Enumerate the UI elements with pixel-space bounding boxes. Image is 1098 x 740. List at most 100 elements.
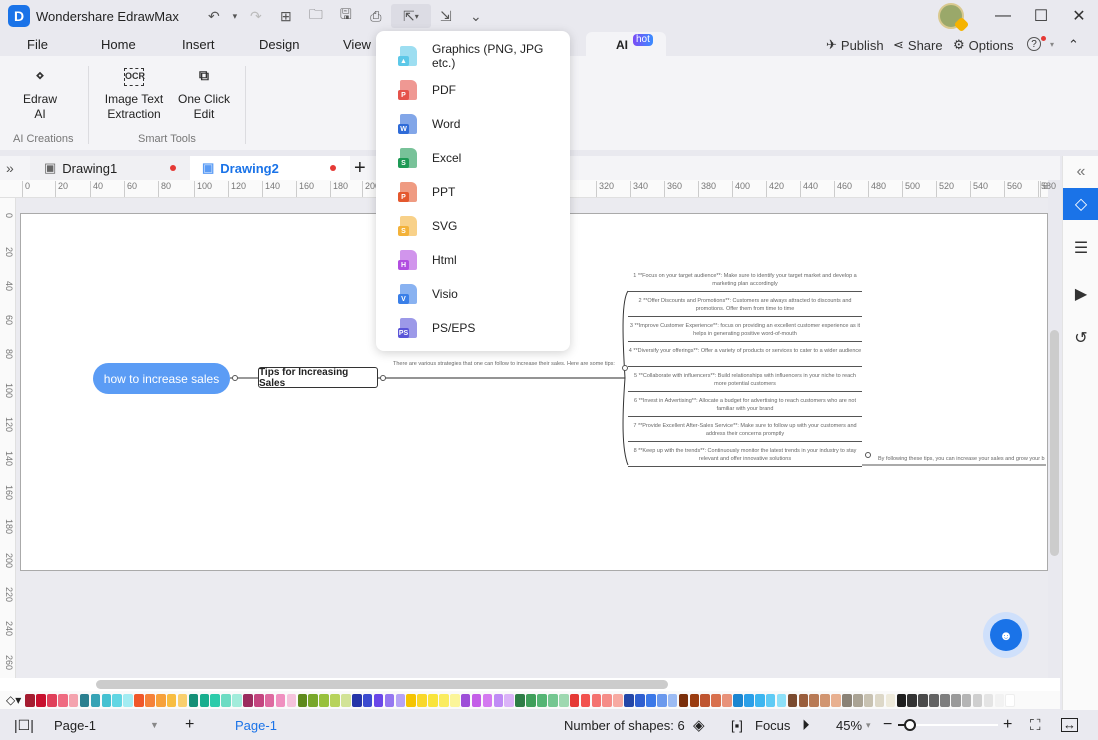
color-swatch[interactable] <box>733 693 743 707</box>
color-swatch[interactable] <box>471 693 482 707</box>
history-icon[interactable]: ↺ <box>1063 322 1098 354</box>
vertical-scrollbar[interactable] <box>1050 330 1059 556</box>
color-swatch[interactable] <box>831 693 841 707</box>
color-swatch[interactable] <box>232 693 242 707</box>
color-swatch[interactable] <box>221 693 231 707</box>
color-swatch[interactable] <box>940 693 950 707</box>
color-swatch[interactable] <box>918 693 928 707</box>
color-swatch[interactable] <box>112 693 122 707</box>
color-swatch[interactable] <box>809 693 819 707</box>
color-swatch[interactable] <box>842 693 852 707</box>
fullscreen-icon[interactable]: ⛶ <box>1030 717 1041 734</box>
color-swatch[interactable] <box>145 693 155 707</box>
fill-bucket-icon[interactable]: ◇▾ <box>6 693 21 707</box>
collapse-toggle-icon[interactable] <box>865 452 871 458</box>
color-swatch[interactable] <box>79 693 90 707</box>
color-swatch[interactable] <box>722 693 732 707</box>
color-swatch[interactable] <box>199 693 210 707</box>
collapse-panel-icon[interactable]: « <box>1063 156 1098 188</box>
color-swatch[interactable] <box>950 693 961 707</box>
color-swatch[interactable] <box>667 693 678 707</box>
color-swatch[interactable] <box>711 693 721 707</box>
color-swatch[interactable] <box>90 693 101 707</box>
color-swatch[interactable] <box>460 693 471 707</box>
color-swatch[interactable] <box>351 693 362 707</box>
page-tab-active[interactable]: Page-1 <box>235 718 277 733</box>
color-swatch[interactable] <box>656 693 667 707</box>
color-swatch[interactable] <box>406 693 417 707</box>
color-swatch[interactable] <box>188 693 199 707</box>
color-swatch[interactable] <box>689 693 700 707</box>
color-swatch[interactable] <box>526 693 536 707</box>
tip-node[interactable]: 5 **Collaborate with influencers**: Buil… <box>628 372 862 388</box>
export-pdf[interactable]: P PDF <box>376 73 570 107</box>
color-swatch[interactable] <box>177 693 188 707</box>
color-swatch[interactable] <box>210 693 220 707</box>
color-swatch[interactable] <box>798 693 809 707</box>
zoom-level[interactable]: 45% <box>836 718 862 733</box>
page-layout-icon[interactable]: |☐| <box>14 717 34 734</box>
tip-node[interactable]: 1 **Focus on your target audience**: Mak… <box>628 272 862 288</box>
zoom-dropdown-icon[interactable]: ▾ <box>866 720 871 731</box>
tip-node[interactable]: 4 **Diversify your offerings**: Offer a … <box>628 347 862 355</box>
color-swatch[interactable] <box>820 693 830 707</box>
color-swatch[interactable] <box>558 693 569 707</box>
color-swatch[interactable] <box>395 693 406 707</box>
color-swatch[interactable] <box>852 693 863 707</box>
color-swatch[interactable] <box>362 693 373 707</box>
color-swatch[interactable] <box>896 693 907 707</box>
color-swatch[interactable] <box>101 693 112 707</box>
color-swatch[interactable] <box>253 693 264 707</box>
page-select[interactable]: Page-1 <box>54 718 96 733</box>
play-icon[interactable]: ⏵ <box>802 717 810 734</box>
zoom-out-button[interactable]: − <box>883 716 892 734</box>
fit-width-icon[interactable]: ↔ <box>1061 718 1078 732</box>
color-swatch[interactable] <box>515 693 525 707</box>
color-swatch[interactable] <box>275 693 286 707</box>
export-visio[interactable]: V Visio <box>376 277 570 311</box>
page-properties-icon[interactable]: ☰ <box>1063 232 1098 264</box>
zoom-slider-handle[interactable] <box>904 719 916 731</box>
mindmap-root-node[interactable]: how to increase sales <box>93 363 230 394</box>
color-swatch[interactable] <box>36 693 46 707</box>
color-swatch[interactable] <box>646 693 656 707</box>
color-swatch[interactable] <box>308 693 319 707</box>
color-swatch[interactable] <box>1005 693 1016 707</box>
color-swatch[interactable] <box>929 693 939 707</box>
color-swatch[interactable] <box>428 693 438 707</box>
color-swatch[interactable] <box>297 693 308 707</box>
export-excel[interactable]: S Excel <box>376 141 570 175</box>
mindmap-sub-node[interactable]: Tips for Increasing Sales <box>258 367 378 389</box>
color-swatch[interactable] <box>341 693 351 707</box>
color-swatch[interactable] <box>373 693 384 707</box>
fill-style-icon[interactable]: ◇ <box>1063 188 1098 220</box>
export-ppt[interactable]: P PPT <box>376 175 570 209</box>
color-swatch[interactable] <box>765 693 776 707</box>
color-swatch[interactable] <box>863 693 874 707</box>
export-graphics-png-jpg-etc[interactable]: ▲ Graphics (PNG, JPG etc.) <box>376 39 570 73</box>
color-swatch[interactable] <box>417 693 427 707</box>
color-swatch[interactable] <box>68 693 79 707</box>
color-swatch[interactable] <box>569 693 580 707</box>
tip-node[interactable]: 2 **Offer Discounts and Promotions**: Cu… <box>628 297 862 313</box>
color-swatch[interactable] <box>678 693 689 707</box>
focus-icon[interactable]: [▪] <box>731 718 743 733</box>
color-swatch[interactable] <box>744 693 754 707</box>
collapse-toggle-icon[interactable] <box>380 375 386 381</box>
color-swatch[interactable] <box>134 693 144 707</box>
color-swatch[interactable] <box>330 693 340 707</box>
conclusion-text[interactable]: By following these tips, you can increas… <box>878 455 1046 463</box>
color-swatch[interactable] <box>787 693 798 707</box>
color-swatch[interactable] <box>264 693 275 707</box>
export-word[interactable]: W Word <box>376 107 570 141</box>
color-swatch[interactable] <box>57 693 68 707</box>
color-swatch[interactable] <box>613 693 623 707</box>
color-swatch[interactable] <box>450 693 460 707</box>
color-swatch[interactable] <box>25 693 35 707</box>
color-swatch[interactable] <box>155 693 166 707</box>
color-swatch[interactable] <box>286 693 297 707</box>
color-swatch[interactable] <box>166 693 177 707</box>
color-swatch[interactable] <box>983 693 994 707</box>
color-swatch[interactable] <box>243 693 253 707</box>
intro-text[interactable]: There are various strategies that one ca… <box>393 360 615 368</box>
